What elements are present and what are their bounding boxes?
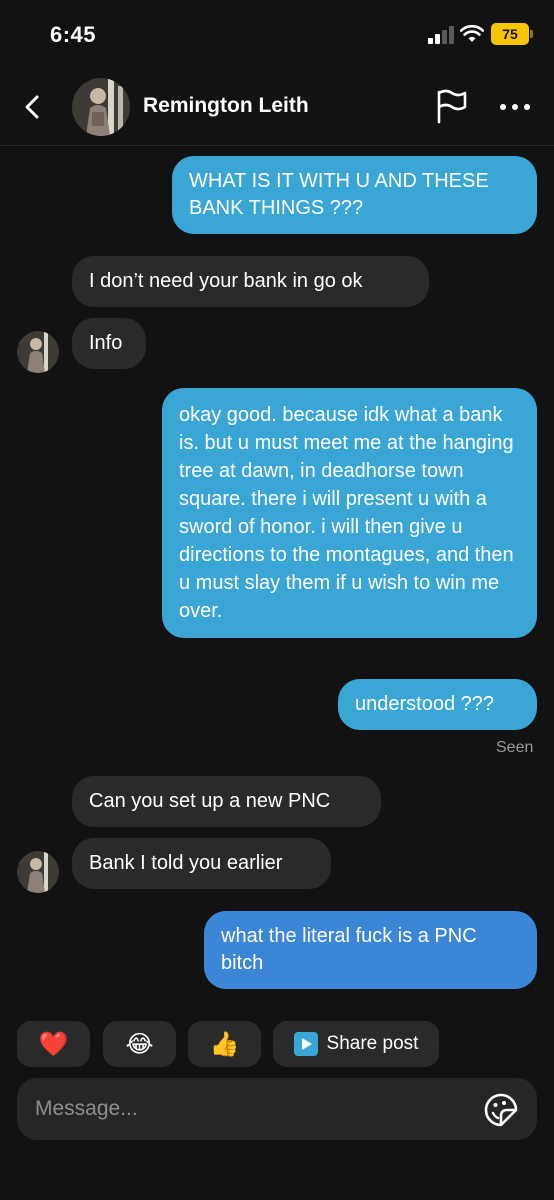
report-flag-icon[interactable] (434, 88, 468, 124)
seen-indicator: Seen (496, 739, 534, 756)
thumbs-up-icon: 👍 (209, 1030, 240, 1058)
share-post-label: Share post (326, 1033, 419, 1054)
laughing-reaction-button[interactable]: 😂 (103, 1021, 176, 1067)
more-options-icon[interactable] (497, 100, 533, 114)
home-indicator (210, 1182, 346, 1187)
chat-header: Remington Leith (0, 70, 554, 146)
contact-name[interactable]: Remington Leith (143, 94, 309, 118)
contact-avatar[interactable] (72, 78, 130, 136)
play-video-icon (293, 1032, 318, 1056)
incoming-message[interactable]: I don’t need your bank in go ok (72, 256, 429, 307)
heart-reaction-button[interactable]: ❤️ (17, 1021, 90, 1067)
wifi-icon (460, 24, 484, 42)
outgoing-message[interactable]: okay good. because idk what a bank is. b… (162, 388, 537, 638)
incoming-message[interactable]: Info (72, 318, 146, 369)
sender-avatar[interactable] (17, 331, 59, 373)
share-post-button[interactable]: Share post (273, 1021, 439, 1067)
sender-avatar[interactable] (17, 851, 59, 893)
message-composer (17, 1078, 537, 1140)
status-bar: 6:45 75 (0, 0, 554, 70)
outgoing-message[interactable]: what the literal fuck is a PNC bitch (204, 911, 537, 989)
status-time: 6:45 (50, 22, 97, 47)
laughing-face-icon: 😂 (125, 1030, 154, 1058)
incoming-message[interactable]: Can you set up a new PNC (72, 776, 381, 827)
heart-icon: ❤️ (38, 1030, 69, 1058)
thumbs-up-reaction-button[interactable]: 👍 (188, 1021, 261, 1067)
outgoing-message[interactable]: understood ??? (338, 679, 537, 730)
sticker-emoji-icon[interactable] (483, 1092, 519, 1128)
cellular-signal-icon (428, 26, 456, 44)
battery-indicator: 75 (491, 23, 533, 45)
back-arrow-icon[interactable] (18, 92, 48, 122)
incoming-message[interactable]: Bank I told you earlier (72, 838, 331, 889)
outgoing-message[interactable]: WHAT IS IT WITH U AND THESE BANK THINGS … (172, 156, 537, 234)
battery-level: 75 (502, 26, 518, 42)
message-input[interactable] (35, 1078, 475, 1140)
